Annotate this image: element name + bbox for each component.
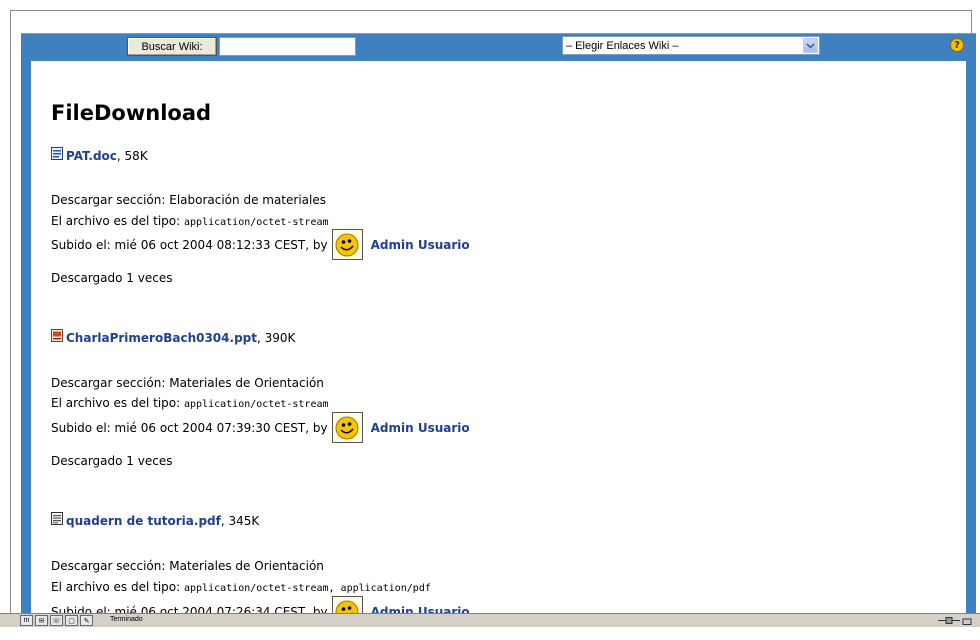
powerpoint-document-icon[interactable] (51, 328, 63, 342)
wiki-frame-left-border (21, 61, 31, 613)
uploaded-text: Subido el: mié 06 oct 2004 08:12:33 CEST… (51, 237, 328, 252)
user-link[interactable]: Admin Usuario (371, 421, 470, 435)
search-wiki-button[interactable]: Buscar Wiki: (127, 37, 217, 56)
user-link[interactable]: Admin Usuario (371, 238, 470, 252)
composer-icon[interactable]: ▢ (65, 615, 78, 626)
page-bottom-margin (0, 627, 980, 640)
page-title: FileDownload (51, 101, 212, 125)
file-type-value: application/octet-stream (184, 217, 329, 228)
wiki-links-selected-value: – Elegir Enlaces Wiki – (566, 39, 679, 52)
browser-status-bar: m ✉ ☏ ▢ ✎ Terminado (0, 613, 980, 628)
navigator-icon[interactable]: m (20, 615, 33, 626)
wiki-links-select[interactable]: – Elegir Enlaces Wiki – (562, 36, 820, 55)
file-type-line: El archivo es del tipo: application/octe… (51, 580, 431, 594)
file-type-label: El archivo es del tipo: (51, 580, 185, 594)
chevron-down-icon[interactable] (803, 38, 818, 53)
file-uploaded-line: Subido el: mié 06 oct 2004 07:26:34 CEST… (51, 596, 470, 613)
uploaded-text: Subido el: mié 06 oct 2004 07:26:34 CEST… (51, 604, 328, 614)
word-document-icon[interactable] (51, 146, 63, 160)
file-line: quadern de tutoria.pdf , 345K (51, 511, 260, 528)
file-section: Descargar sección: Materiales de Orienta… (51, 559, 324, 573)
security-lock-icon (962, 618, 972, 625)
file-downloads: Descargado 1 veces (51, 271, 173, 285)
status-bar-icons: m ✉ ☏ ▢ ✎ (20, 615, 93, 626)
file-download-link[interactable]: quadern de tutoria.pdf (66, 514, 221, 528)
file-type-value: application/octet-stream, application/pd… (184, 583, 431, 594)
file-uploaded-line: Subido el: mié 06 oct 2004 08:12:33 CEST… (51, 229, 470, 260)
file-type-line: El archivo es del tipo: application/octe… (51, 214, 329, 228)
wiki-frame-right-border (966, 61, 976, 613)
file-line: PAT.doc , 58K (51, 146, 148, 163)
avatar[interactable] (331, 412, 363, 443)
avatar[interactable] (331, 596, 363, 613)
address-book-icon[interactable]: ✎ (80, 615, 93, 626)
pdf-document-icon[interactable] (51, 511, 63, 525)
file-type-line: El archivo es del tipo: application/octe… (51, 396, 329, 410)
file-download-link[interactable]: PAT.doc (66, 149, 117, 163)
avatar[interactable] (331, 229, 363, 260)
search-wiki-input[interactable] (219, 37, 356, 56)
file-size: , 58K (116, 149, 148, 163)
mail-icon[interactable]: ✉ (35, 615, 48, 626)
uploaded-text: Subido el: mié 06 oct 2004 07:39:30 CEST… (51, 420, 328, 435)
file-section: Descargar sección: Materiales de Orienta… (51, 376, 324, 390)
file-size: , 390K (256, 331, 296, 345)
file-section: Descargar sección: Elaboración de materi… (51, 193, 326, 207)
wiki-page-content: FileDownload PAT.doc , 58K Descargar sec… (31, 61, 966, 613)
connection-status (938, 616, 978, 625)
help-icon[interactable]: ? (950, 38, 964, 52)
file-downloads: Descargado 1 veces (51, 454, 173, 468)
user-link[interactable]: Admin Usuario (371, 605, 470, 614)
file-type-value: application/octet-stream (184, 399, 329, 410)
file-type-label: El archivo es del tipo: (51, 396, 185, 410)
online-status-icon (938, 617, 960, 624)
file-type-label: El archivo es del tipo: (51, 214, 185, 228)
file-size: , 345K (220, 514, 260, 528)
status-text: Terminado (110, 616, 143, 623)
file-line: CharlaPrimeroBach0304.ppt , 390K (51, 328, 296, 345)
chat-icon[interactable]: ☏ (50, 615, 63, 626)
file-download-link[interactable]: CharlaPrimeroBach0304.ppt (66, 331, 257, 345)
file-uploaded-line: Subido el: mié 06 oct 2004 07:39:30 CEST… (51, 412, 470, 443)
